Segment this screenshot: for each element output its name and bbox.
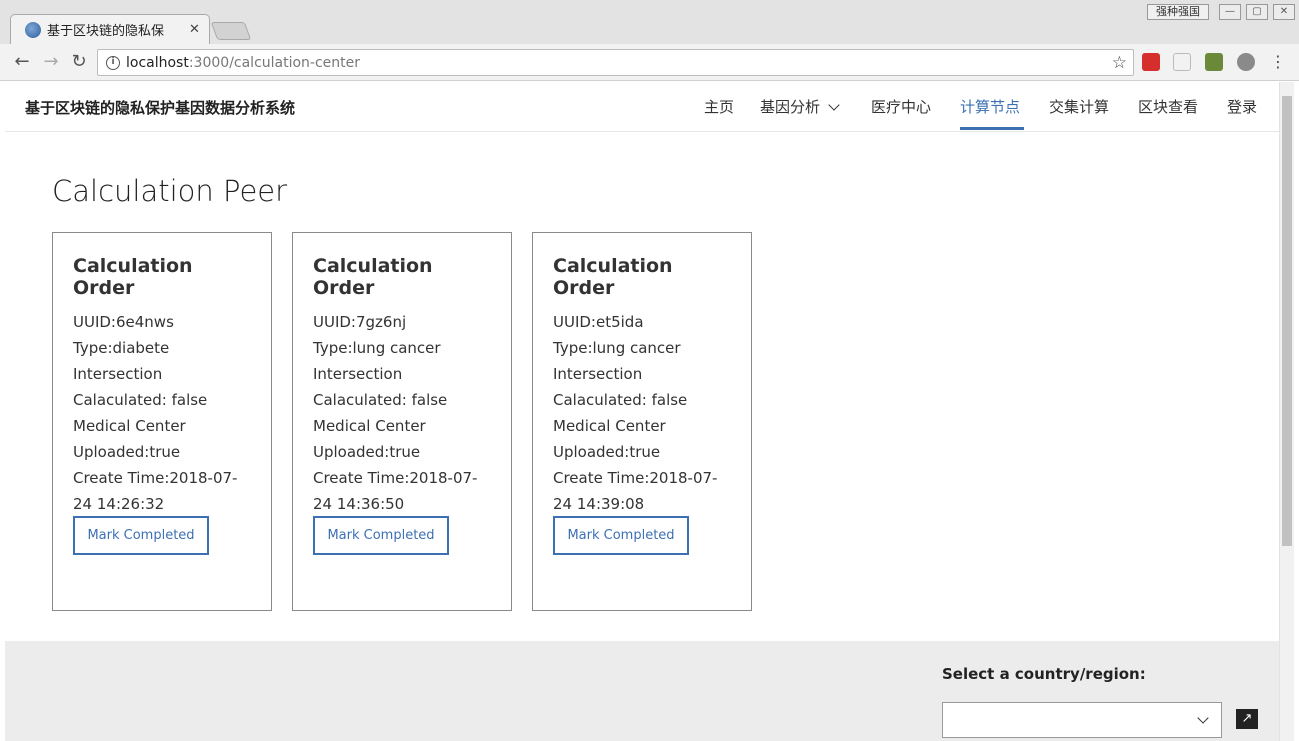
card-title: Calculation Order [73, 255, 193, 299]
card-category: Intersection [73, 365, 163, 383]
card-calculated: Calaculated: false [553, 391, 688, 409]
nav-gene-analysis[interactable]: 基因分析 [760, 96, 840, 117]
card-uploaded: Uploaded:true [553, 443, 661, 461]
nav-compute-node[interactable]: 计算节点 [960, 96, 1020, 117]
page-scrollbar[interactable] [1279, 82, 1294, 741]
site-brand[interactable]: 基于区块链的隐私保护基因数据分析系统 [25, 97, 295, 118]
country-select[interactable] [942, 702, 1222, 738]
forward-arrow-icon[interactable]: → [40, 51, 62, 73]
extension-badge-icon[interactable] [1237, 53, 1255, 71]
card-type: Type:diabete [73, 339, 170, 357]
site-header: 基于区块链的隐私保护基因数据分析系统 主页 基因分析 医疗中心 计算节点 交集计… [5, 82, 1279, 132]
browser-toolbar: ← → ↻ i localhost :3000/calculation-cent… [0, 44, 1299, 81]
nav-active-indicator [960, 127, 1024, 130]
order-card: Calculation Order UUID:et5ida Type:lung … [532, 232, 752, 611]
card-center: Medical Center [553, 417, 666, 435]
extension-plant-icon[interactable] [1205, 53, 1223, 71]
tab-close-icon[interactable]: ✕ [189, 22, 200, 37]
close-window-icon[interactable]: ✕ [1273, 4, 1295, 20]
back-arrow-icon[interactable]: ← [11, 51, 33, 73]
info-icon[interactable]: i [106, 55, 120, 70]
url-host: localhost [126, 54, 189, 71]
card-create-time-cont: 24 14:36:50 [313, 495, 405, 513]
page-title: Calculation Peer [52, 174, 288, 208]
nav-gene-analysis-label: 基因分析 [760, 98, 821, 116]
nav-block-view[interactable]: 区块查看 [1138, 96, 1198, 117]
card-calculated: Calaculated: false [73, 391, 208, 409]
card-create-time: Create Time:2018-07- [553, 469, 718, 487]
order-card: Calculation Order UUID:7gz6nj Type:lung … [292, 232, 512, 611]
card-title: Calculation Order [553, 255, 673, 299]
card-calculated: Calaculated: false [313, 391, 448, 409]
card-create-time: Create Time:2018-07- [313, 469, 478, 487]
kebab-menu-icon[interactable]: ⋮ [1270, 52, 1286, 71]
page-content: 基于区块链的隐私保护基因数据分析系统 主页 基因分析 医疗中心 计算节点 交集计… [5, 82, 1279, 741]
card-title: Calculation Order [313, 255, 433, 299]
site-footer: Select a country/region: ↗ [5, 641, 1279, 741]
card-uuid: UUID:et5ida [553, 313, 644, 331]
nav-medical-center[interactable]: 医疗中心 [871, 96, 931, 117]
scrollbar-thumb[interactable] [1282, 96, 1292, 546]
nav-intersection[interactable]: 交集计算 [1049, 96, 1109, 117]
url-path: :3000/calculation-center [188, 54, 361, 71]
chevron-down-icon [1197, 712, 1209, 724]
nav-home[interactable]: 主页 [704, 96, 734, 117]
browser-titlebar: 基于区块链的隐私保 ✕ 强种强国 — ▢ ✕ [0, 0, 1299, 44]
minimize-icon[interactable]: — [1219, 4, 1241, 20]
card-uploaded: Uploaded:true [313, 443, 421, 461]
nav-login[interactable]: 登录 [1227, 96, 1257, 117]
star-icon[interactable]: ☆ [1112, 53, 1127, 73]
reload-icon[interactable]: ↻ [68, 51, 90, 73]
card-create-time-cont: 24 14:39:08 [553, 495, 645, 513]
order-card: Calculation Order UUID:6e4nws Type:diabe… [52, 232, 272, 611]
mark-completed-button[interactable]: Mark Completed [73, 516, 209, 555]
new-tab-button[interactable] [210, 22, 252, 40]
card-create-time: Create Time:2018-07- [73, 469, 238, 487]
tab-favicon-icon [25, 21, 41, 38]
mark-completed-button[interactable]: Mark Completed [313, 516, 449, 555]
extension-grey-icon[interactable] [1173, 53, 1191, 71]
card-create-time-cont: 24 14:26:32 [73, 495, 165, 513]
card-uuid: UUID:7gz6nj [313, 313, 407, 331]
country-select-label: Select a country/region: [942, 665, 1146, 683]
card-type: Type:lung cancer [313, 339, 441, 357]
card-type: Type:lung cancer [553, 339, 681, 357]
maximize-icon[interactable]: ▢ [1246, 4, 1268, 20]
card-category: Intersection [553, 365, 643, 383]
tab-title: 基于区块链的隐私保 [47, 24, 165, 39]
card-center: Medical Center [73, 417, 186, 435]
address-bar[interactable]: i localhost :3000/calculation-center ☆ [97, 49, 1134, 76]
card-uploaded: Uploaded:true [73, 443, 181, 461]
browser-tab[interactable]: 基于区块链的隐私保 ✕ [10, 14, 210, 44]
chevron-down-icon [828, 98, 840, 111]
mark-completed-button[interactable]: Mark Completed [553, 516, 689, 555]
card-category: Intersection [313, 365, 403, 383]
window-extra-label: 强种强国 [1147, 4, 1209, 20]
card-center: Medical Center [313, 417, 426, 435]
external-link-icon[interactable]: ↗ [1236, 709, 1258, 729]
extension-red-icon[interactable] [1142, 53, 1160, 71]
card-uuid: UUID:6e4nws [73, 313, 174, 331]
